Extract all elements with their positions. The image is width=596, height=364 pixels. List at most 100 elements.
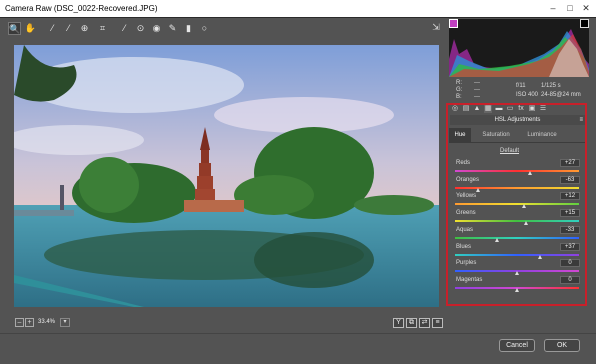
close-button[interactable]: ✕ — [580, 3, 592, 14]
cancel-button[interactable]: Cancel — [499, 339, 535, 352]
hsl-row-yellows: Yellows +12 — [455, 192, 580, 209]
slider-label: Purples — [456, 260, 477, 267]
hsl-subtabs: Hue Saturation Luminance — [449, 128, 585, 142]
hsl-row-purples: Purples 0 — [455, 259, 580, 276]
slider-label: Greens — [456, 210, 476, 217]
slider-thumb[interactable] — [475, 187, 480, 192]
open-preferences-icon[interactable]: ⇲ — [430, 22, 442, 33]
hsl-row-magentas: Magentas 0 — [455, 275, 580, 293]
red-eye-tool-icon[interactable]: ◉ — [150, 22, 163, 35]
minimize-button[interactable]: – — [547, 3, 559, 14]
g-value: --- — [474, 87, 480, 93]
shadow-clipping-warning-icon[interactable] — [449, 19, 458, 28]
spot-removal-tool-icon[interactable]: ⊙ — [134, 22, 147, 35]
slider-value-field[interactable]: 0 — [560, 259, 580, 268]
slider-track[interactable] — [455, 220, 579, 223]
photo-canvas — [14, 45, 439, 307]
presets-tab-icon[interactable]: ☰ — [539, 105, 547, 113]
slider-track[interactable] — [455, 186, 579, 189]
hand-tool-icon[interactable]: ✋ — [24, 22, 37, 35]
b-label: B: — [456, 94, 462, 100]
slider-track[interactable] — [455, 253, 579, 256]
zoom-dropdown[interactable]: ▾ — [60, 318, 70, 327]
color-sampler-tool-icon[interactable]: ⁄ — [62, 22, 75, 35]
toggle-preview-button[interactable]: ≡ — [432, 318, 443, 328]
lens-corrections-tab-icon[interactable]: ▭ — [506, 105, 514, 113]
zoom-level: 33.4% — [38, 319, 56, 325]
detail-tab-icon[interactable]: ▲ — [473, 105, 481, 113]
slider-thumb[interactable] — [494, 237, 499, 242]
basic-tab-icon[interactable]: ◎ — [451, 105, 459, 113]
tone-curve-tab-icon[interactable]: ▤ — [462, 105, 470, 113]
histogram — [449, 19, 589, 77]
slider-label: Aquas — [456, 226, 474, 233]
targeted-adjustment-tool-icon[interactable]: ⊕ — [78, 22, 91, 35]
slider-label: Blues — [456, 243, 472, 250]
slider-label: Oranges — [456, 176, 480, 183]
shutter-value: 1/125 s — [541, 83, 561, 89]
slider-value-field[interactable]: +27 — [560, 159, 580, 167]
panel-title: HSL Adjustments — [494, 117, 541, 123]
ok-button[interactable]: OK — [544, 339, 580, 352]
slider-thumb[interactable] — [537, 254, 542, 259]
zoom-out-button[interactable]: – — [15, 318, 24, 327]
hsl-row-oranges: Oranges -63 — [455, 175, 580, 193]
highlight-clipping-warning-icon[interactable] — [580, 19, 589, 28]
slider-label: Reds — [456, 160, 471, 166]
camera-calibration-tab-icon[interactable]: ▣ — [528, 105, 536, 113]
hsl-tab-icon[interactable]: ▦ — [484, 105, 492, 113]
tab-saturation[interactable]: Saturation — [473, 128, 519, 142]
slider-thumb[interactable] — [515, 287, 519, 292]
hsl-row-blues: Blues +37 — [455, 242, 580, 260]
tool-bar: 🔍 ✋ ⁄ ⁄ ⊕ ⌗ ⁄ ⊙ ◉ ✎ ▮ ○ — [8, 20, 440, 36]
radial-filter-icon[interactable]: ○ — [198, 22, 211, 35]
slider-track[interactable] — [455, 236, 579, 239]
tab-luminance[interactable]: Luminance — [519, 128, 565, 142]
panel-menu-icon[interactable]: ≡ — [579, 115, 583, 125]
slider-thumb[interactable] — [524, 221, 529, 226]
adjustment-brush-icon[interactable]: ✎ — [166, 22, 179, 35]
slider-value-field[interactable]: -33 — [560, 225, 580, 234]
effects-tab-icon[interactable]: fx — [517, 105, 525, 113]
slider-track[interactable] — [455, 203, 579, 206]
iso-value: ISO 400 — [516, 92, 539, 98]
title-bar: Camera Raw (DSC_0022-Recovered.JPG) – □ … — [0, 0, 596, 17]
tab-hue[interactable]: Hue — [449, 128, 471, 142]
status-bar: – + 33.4% ▾ — [8, 316, 448, 330]
maximize-button[interactable]: □ — [564, 3, 576, 14]
slider-value-field[interactable]: -63 — [560, 175, 580, 184]
default-link[interactable]: Default — [500, 148, 519, 154]
subtab-divider — [449, 142, 585, 143]
zoom-tool-icon[interactable]: 🔍 — [8, 22, 21, 35]
graduated-filter-icon[interactable]: ▮ — [182, 22, 195, 35]
copy-settings-button[interactable]: ⇄ — [419, 318, 430, 328]
bottom-divider — [0, 333, 596, 334]
slider-label: Yellows — [456, 193, 477, 200]
slider-value-field[interactable]: 0 — [560, 275, 580, 284]
camera-info-readout: R: --- G: --- B: --- f/11 1/125 s ISO 40… — [456, 80, 586, 104]
view-before-after-button[interactable]: Y — [393, 318, 404, 328]
panel-tab-bar: ◎ ▤ ▲ ▦ ▬ ▭ fx ▣ ☰ — [448, 104, 588, 114]
slider-thumb[interactable] — [528, 171, 533, 175]
lens-value: 24-85@24 mm — [541, 92, 581, 98]
window-title: Camera Raw (DSC_0022-Recovered.JPG) — [5, 4, 158, 13]
image-preview[interactable] — [14, 45, 439, 307]
title-divider — [0, 17, 596, 18]
slider-thumb[interactable] — [515, 271, 519, 276]
r-label: R: — [456, 80, 462, 86]
zoom-in-button[interactable]: + — [25, 318, 34, 327]
slider-value-field[interactable]: +15 — [560, 209, 580, 218]
panel-header: HSL Adjustments ≡ — [450, 115, 585, 125]
slider-track[interactable] — [455, 170, 579, 172]
white-balance-tool-icon[interactable]: ⁄ — [46, 22, 59, 35]
crop-tool-icon[interactable]: ⌗ — [96, 22, 109, 35]
slider-value-field[interactable]: +37 — [560, 242, 580, 251]
b-value: --- — [474, 94, 480, 100]
slider-label: Magentas — [456, 276, 483, 283]
slider-thumb[interactable] — [522, 204, 527, 209]
slider-value-field[interactable]: +12 — [560, 192, 580, 201]
hsl-row-greens: Greens +15 — [455, 209, 580, 226]
straighten-tool-icon[interactable]: ⁄ — [118, 22, 131, 35]
swap-settings-button[interactable]: ⧉ — [406, 318, 417, 328]
split-toning-tab-icon[interactable]: ▬ — [495, 105, 503, 113]
